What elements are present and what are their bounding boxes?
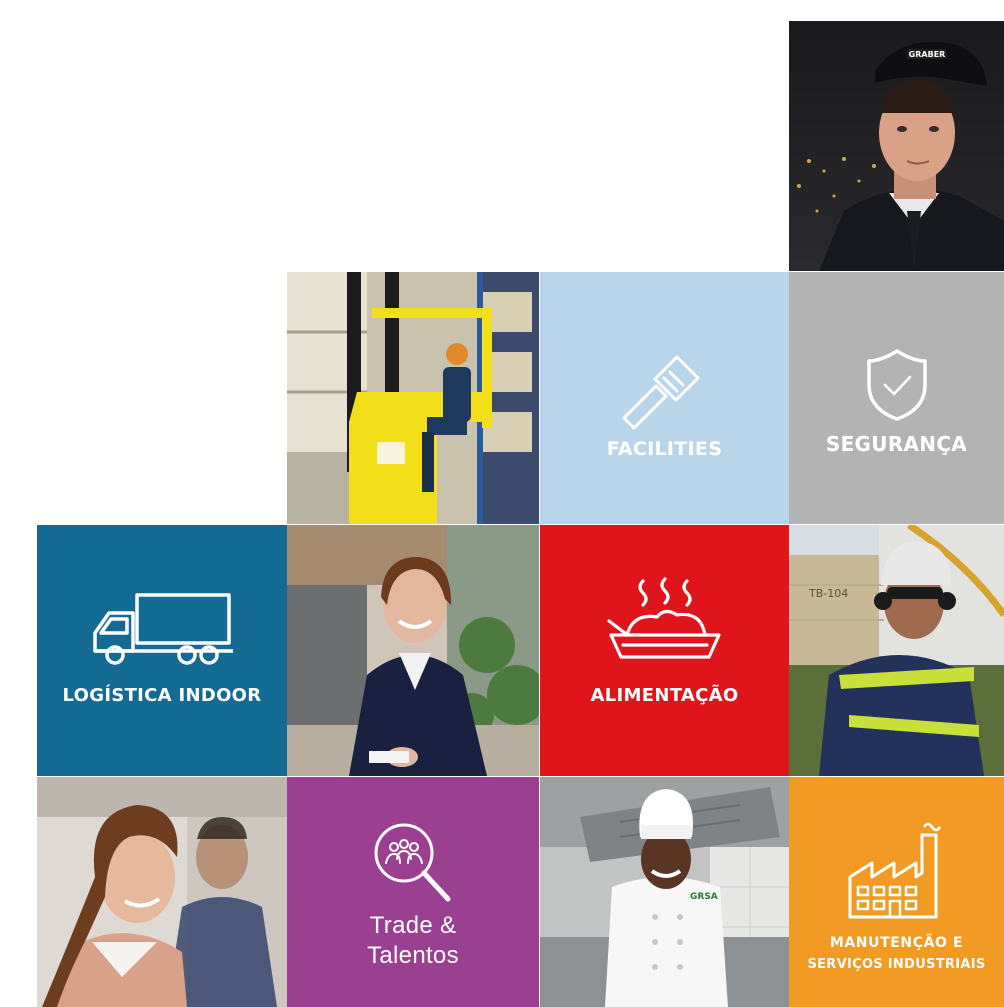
service-tile-logistica-indoor[interactable]: LOGÍSTICA INDOOR bbox=[37, 525, 287, 776]
tile-label-seguranca: SEGURANÇA bbox=[825, 432, 968, 456]
cap-logo-text: GRABER bbox=[909, 50, 946, 59]
photo-receptionist bbox=[287, 525, 539, 776]
photo-security-guard: GRABER bbox=[789, 21, 1004, 271]
tile-label-facilities: FACILITIES bbox=[606, 438, 723, 460]
tile-label-trade-line2: Talentos bbox=[367, 942, 459, 969]
screwdriver-icon bbox=[622, 355, 699, 430]
truck-icon bbox=[93, 593, 233, 665]
chef-badge-text: GRSA bbox=[690, 892, 718, 902]
shield-check-icon bbox=[866, 349, 927, 421]
food-dish-icon bbox=[606, 577, 721, 659]
service-tile-alimentacao[interactable]: ALIMENTAÇÃO bbox=[540, 525, 789, 776]
tile-label-manutencao-line1: MANUTENÇÃO E bbox=[829, 935, 964, 951]
photo-forklift-operator bbox=[287, 272, 539, 524]
service-tile-trade-talentos[interactable]: Trade & Talentos bbox=[287, 777, 539, 1007]
people-search-icon bbox=[374, 823, 451, 902]
photo-industrial-worker: TB-104 bbox=[789, 525, 1004, 776]
tile-label-logistica-indoor: LOGÍSTICA INDOOR bbox=[62, 685, 262, 706]
photo-businesswoman bbox=[37, 777, 287, 1007]
tank-label-text: TB-104 bbox=[808, 587, 848, 600]
factory-icon bbox=[848, 822, 941, 919]
service-tile-manutencao[interactable]: MANUTENÇÃO E SERVIÇOS INDUSTRIAIS bbox=[789, 777, 1004, 1007]
photo-chef: GRSA bbox=[540, 777, 789, 1007]
service-tile-seguranca[interactable]: SEGURANÇA bbox=[789, 272, 1004, 524]
tile-label-alimentacao: ALIMENTAÇÃO bbox=[590, 685, 739, 706]
tile-label-manutencao-line2: SERVIÇOS INDUSTRIAIS bbox=[807, 957, 986, 972]
tile-label-trade-line1: Trade & bbox=[369, 912, 457, 939]
service-tile-facilities[interactable]: FACILITIES bbox=[540, 272, 789, 524]
